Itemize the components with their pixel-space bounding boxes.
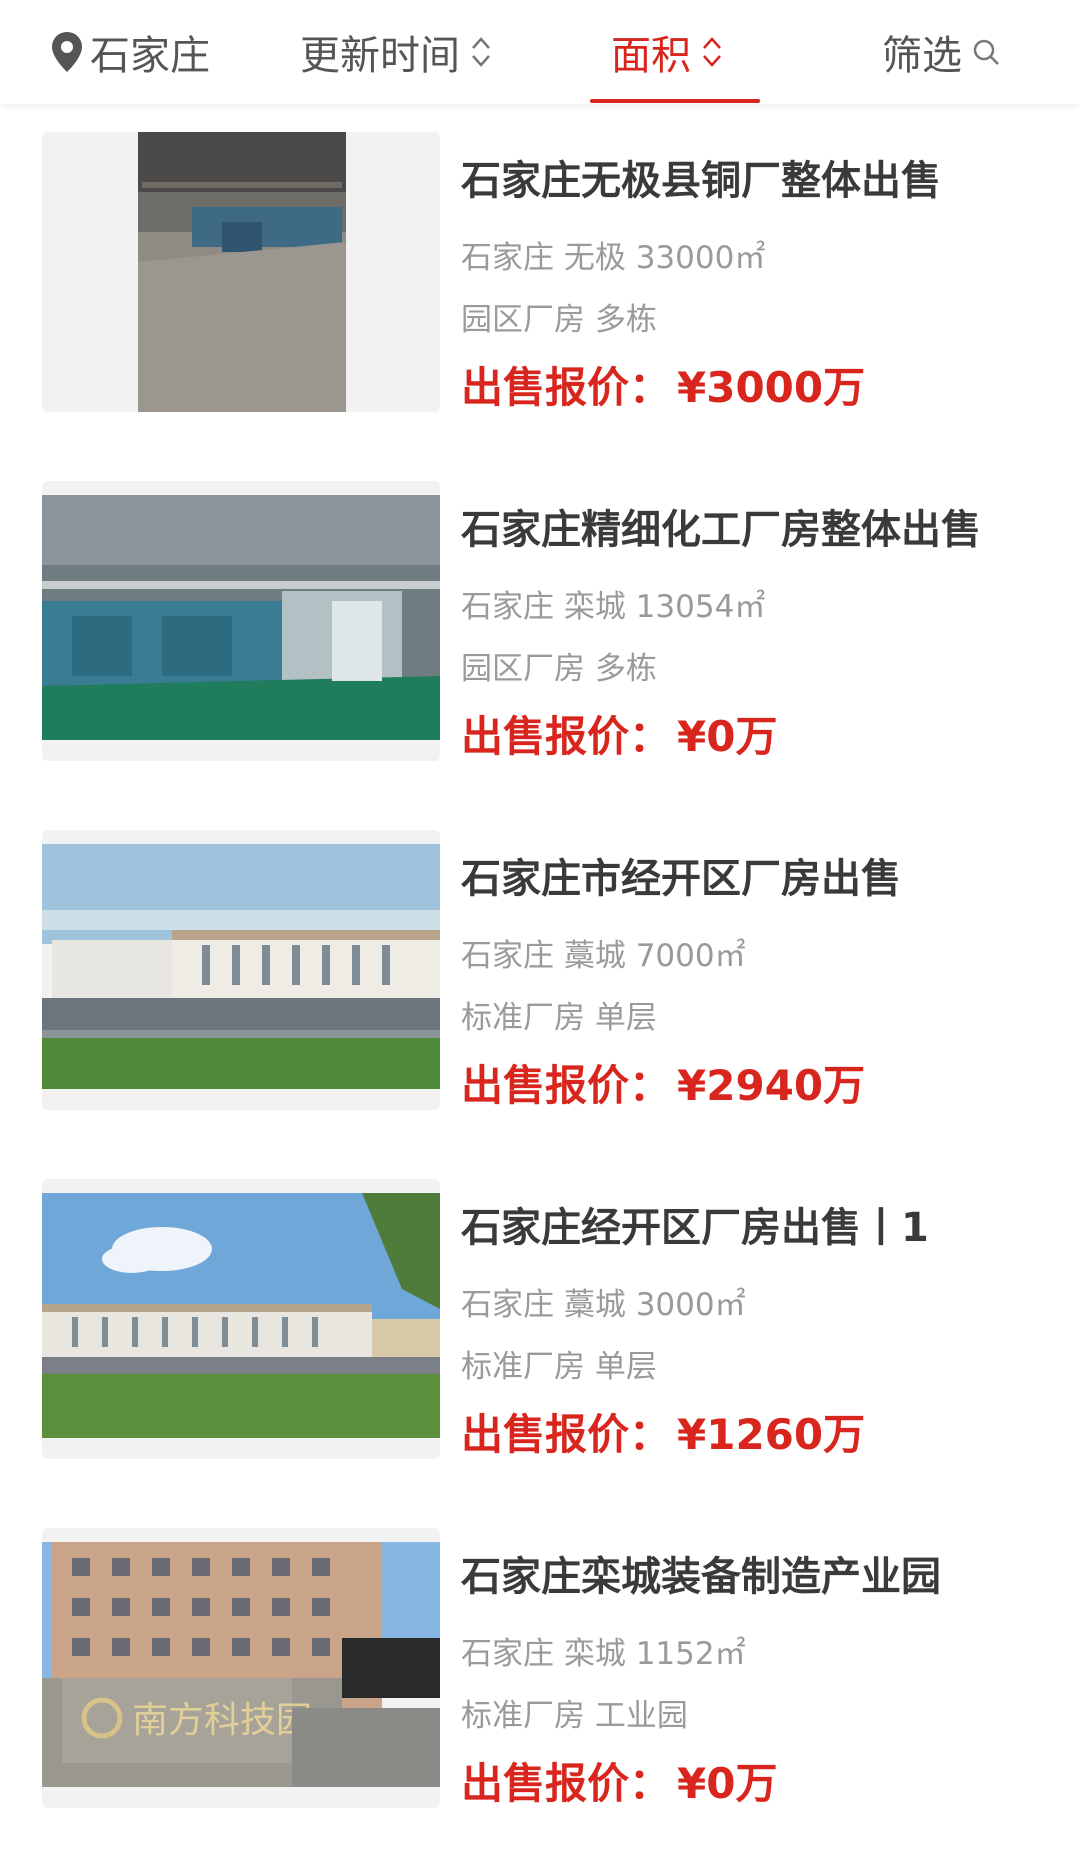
search-icon: [973, 39, 999, 65]
listing-title[interactable]: 石家庄市经开区厂房出售: [461, 846, 1021, 904]
listing-card[interactable]: 石家庄无极县铜厂整体出售 石家庄 无极 33000㎡ 园区厂房 多栋 出售报价：…: [0, 104, 1080, 453]
listing-thumbnail[interactable]: [42, 830, 440, 1110]
park-sign-text: 南方科技园: [132, 1700, 312, 1741]
location-selector[interactable]: 石家庄: [50, 0, 210, 104]
listing-tags: 标准厂房 单层: [461, 1349, 657, 1385]
listing-card[interactable]: 南方科技园 石家庄栾城装备制造产业园 石家庄 栾城 1152㎡ 标准厂房 工业园…: [0, 1500, 1080, 1849]
listing-price: 出售报价： ¥0万: [461, 703, 777, 764]
sort-by-update-time[interactable]: 更新时间: [300, 0, 492, 104]
listing-price: 出售报价： ¥2940万: [461, 1052, 865, 1113]
location-label: 石家庄: [90, 33, 210, 79]
price-value: ¥0万: [677, 712, 778, 761]
price-label: 出售报价：: [461, 1061, 672, 1110]
listing-title[interactable]: 石家庄经开区厂房出售丨1: [461, 1195, 1021, 1253]
listing-location-area: 石家庄 藁城 3000㎡: [461, 1287, 746, 1323]
price-label: 出售报价：: [461, 1759, 672, 1808]
listing-tags: 标准厂房 工业园: [461, 1698, 688, 1734]
listing-tags: 园区厂房 多栋: [461, 302, 657, 338]
listing-card[interactable]: 石家庄精细化工厂房整体出售 石家庄 栾城 13054㎡ 园区厂房 多栋 出售报价…: [0, 453, 1080, 802]
listing-thumbnail[interactable]: [42, 481, 440, 761]
listing-thumbnail[interactable]: [42, 1179, 440, 1459]
location-pin-icon: [52, 32, 82, 72]
listing-card[interactable]: 石家庄经开区厂房出售丨1 石家庄 藁城 3000㎡ 标准厂房 单层 出售报价： ¥…: [0, 1151, 1080, 1500]
listing-title[interactable]: 石家庄无极县铜厂整体出售: [461, 148, 1021, 206]
listing-price: 出售报价： ¥0万: [461, 1750, 777, 1811]
price-value: ¥2940万: [677, 1061, 866, 1110]
listing-location-area: 石家庄 无极 33000㎡: [461, 240, 766, 276]
listing-tags: 园区厂房 多栋: [461, 651, 657, 687]
listing-price: 出售报价： ¥1260万: [461, 1401, 865, 1462]
price-value: ¥3000万: [677, 363, 866, 412]
filter-label: 筛选: [882, 33, 962, 79]
price-value: ¥0万: [677, 1759, 778, 1808]
listing-price: 出售报价： ¥3000万: [461, 354, 865, 415]
filter-bar: 石家庄 更新时间 面积 筛选: [0, 0, 1080, 104]
sort-area-label: 面积: [611, 33, 691, 79]
price-value: ¥1260万: [677, 1410, 866, 1459]
listing-thumbnail[interactable]: 南方科技园: [42, 1528, 440, 1808]
listing-card[interactable]: 石家庄市经开区厂房出售 石家庄 藁城 7000㎡ 标准厂房 单层 出售报价： ¥2…: [0, 802, 1080, 1151]
active-tab-underline: [590, 99, 760, 103]
sort-time-label: 更新时间: [300, 33, 460, 79]
sort-arrows-icon: [472, 37, 490, 67]
listing-thumbnail[interactable]: [42, 132, 440, 412]
listing-location-area: 石家庄 栾城 1152㎡: [461, 1636, 746, 1672]
price-label: 出售报价：: [461, 363, 672, 412]
listing-title[interactable]: 石家庄栾城装备制造产业园: [461, 1544, 1021, 1602]
price-label: 出售报价：: [461, 1410, 672, 1459]
listing-title[interactable]: 石家庄精细化工厂房整体出售: [461, 497, 1021, 555]
listing-location-area: 石家庄 藁城 7000㎡: [461, 938, 746, 974]
listing-tags: 标准厂房 单层: [461, 1000, 657, 1036]
listing-location-area: 石家庄 栾城 13054㎡: [461, 589, 766, 625]
price-label: 出售报价：: [461, 712, 672, 761]
sort-by-area[interactable]: 面积: [611, 0, 723, 104]
sort-arrows-icon: [703, 37, 721, 67]
filter-button[interactable]: 筛选: [882, 0, 1000, 104]
